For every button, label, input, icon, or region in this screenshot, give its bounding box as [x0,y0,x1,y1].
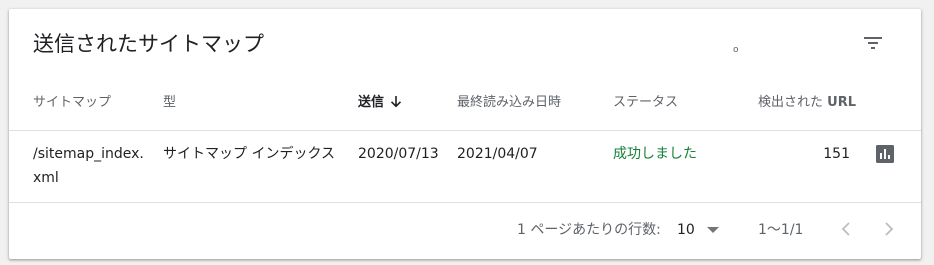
row-divider [9,202,921,203]
card-title: 送信されたサイトマップ [33,32,264,56]
cell-sitemap-path: /sitemap_index.xml [33,146,144,186]
cell-status: 成功しました [613,146,697,162]
filter-button[interactable] [857,27,889,59]
sitemaps-card: 送信されたサイトマップ o サイトマップ 型 送信 最終読み込み日時 ステータス… [9,9,921,259]
cell-type: サイトマップ インデックス [163,146,336,162]
column-header-sitemap[interactable]: サイトマップ [33,95,111,111]
chevron-left-icon [841,222,850,236]
bar-chart-icon[interactable] [875,144,895,164]
header-divider [9,130,921,131]
column-header-submitted[interactable]: 送信 [358,95,402,111]
column-header-type[interactable]: 型 [163,95,176,111]
rows-per-page-value: 10 [677,222,695,238]
url-label: URL [827,95,856,110]
dropdown-arrow-icon [706,227,719,233]
next-page-button[interactable] [877,217,901,241]
cell-discovered-urls: 151 [823,146,850,162]
cell-submitted: 2020/07/13 [358,146,439,162]
filter-list-icon [864,37,882,49]
rows-per-page-label: 1 ページあたりの行数: [517,222,661,238]
column-header-status[interactable]: ステータス [613,95,678,111]
column-header-submitted-label: 送信 [358,95,385,110]
rows-per-page-select[interactable]: 10 [677,220,725,240]
previous-page-button[interactable] [834,217,858,241]
arrow-down-icon [390,96,402,108]
discovered-label: 検出された [758,95,828,110]
page-range: 1〜1/1 [758,222,804,238]
chevron-right-icon [885,222,894,236]
column-header-last-read[interactable]: 最終読み込み日時 [457,95,561,111]
cell-last-read: 2021/04/07 [457,146,538,162]
column-header-discovered-urls[interactable]: 検出された URL [758,95,856,111]
stray-mark: o [733,45,739,55]
